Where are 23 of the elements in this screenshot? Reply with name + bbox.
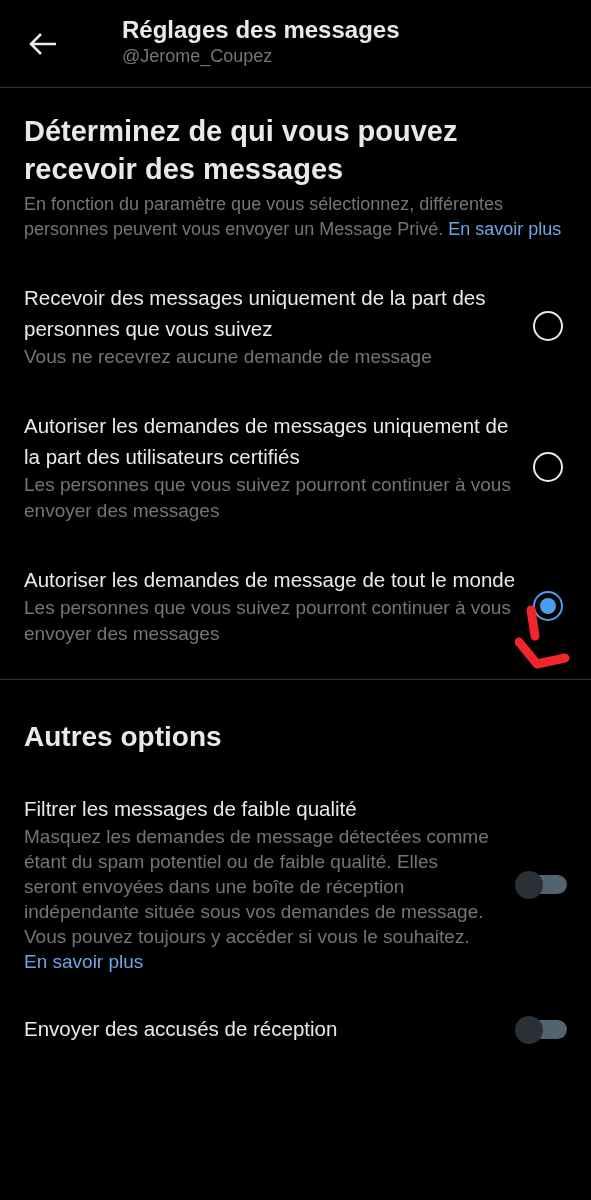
section-description: En fonction du paramètre que vous sélectionnez, différentes personnes peuvent vous envoyer un Message Privé. En savoir plus [24,193,563,241]
learn-more-link[interactable]: En savoir plus [448,219,562,239]
back-button[interactable] [28,31,58,56]
radio-button[interactable] [533,590,563,621]
toggle-switch[interactable] [515,1015,567,1042]
setting-title: Filtrer les messages de faible qualité [24,795,358,822]
section-heading: Autres options [24,720,223,754]
page-title: Réglages des messages [122,16,400,44]
option-title: Autoriser les demandes de messages uniquement de la part des utilisateurs certifiés [24,413,510,470]
setting-title: Envoyer des accusés de réception [24,1015,338,1042]
option-subtitle: Les personnes que vous suivez pourront continuer à vous envoyer des messages [24,596,512,646]
section-heading: Déterminez de qui vous pouvez recevoir des messages [24,114,459,187]
account-handle: @Jerome_Coupez [122,45,274,69]
option-row[interactable]: Autoriser les demandes de message de tout le monde Les personnes que vous suivez pourront continuer à vous envoyer des messages [0,548,591,663]
option-row[interactable]: Autoriser les demandes de messages uniquement de la part des utilisateurs certifiés Les personnes que vous suivez pourront continuer à vous envoyer des messages [0,394,591,540]
option-row[interactable]: Recevoir des messages uniquement de la part des personnes que vous suivez Vous ne recevrez aucune demande de message [0,266,591,386]
setting-description: Masquez les demandes de message détectées comme étant du spam potentiel ou de faible qualité. Elles seront envoyées dans une boîte de réception indépendante située sous vos demandes de message. Vous pouvez toujours y accéder si vous le souhaitez. En savoir plus [24,824,490,974]
option-title: Recevoir des messages uniquement de la part des personnes que vous suivez [24,285,487,342]
option-title: Autoriser les demandes de message de tout le monde [24,567,517,593]
toggle-switch[interactable] [515,870,567,897]
option-subtitle: Vous ne recevrez aucune demande de message [24,345,433,369]
learn-more-link[interactable]: En savoir plus [24,950,144,972]
option-subtitle: Les personnes que vous suivez pourront continuer à vous envoyer des messages [24,473,512,523]
